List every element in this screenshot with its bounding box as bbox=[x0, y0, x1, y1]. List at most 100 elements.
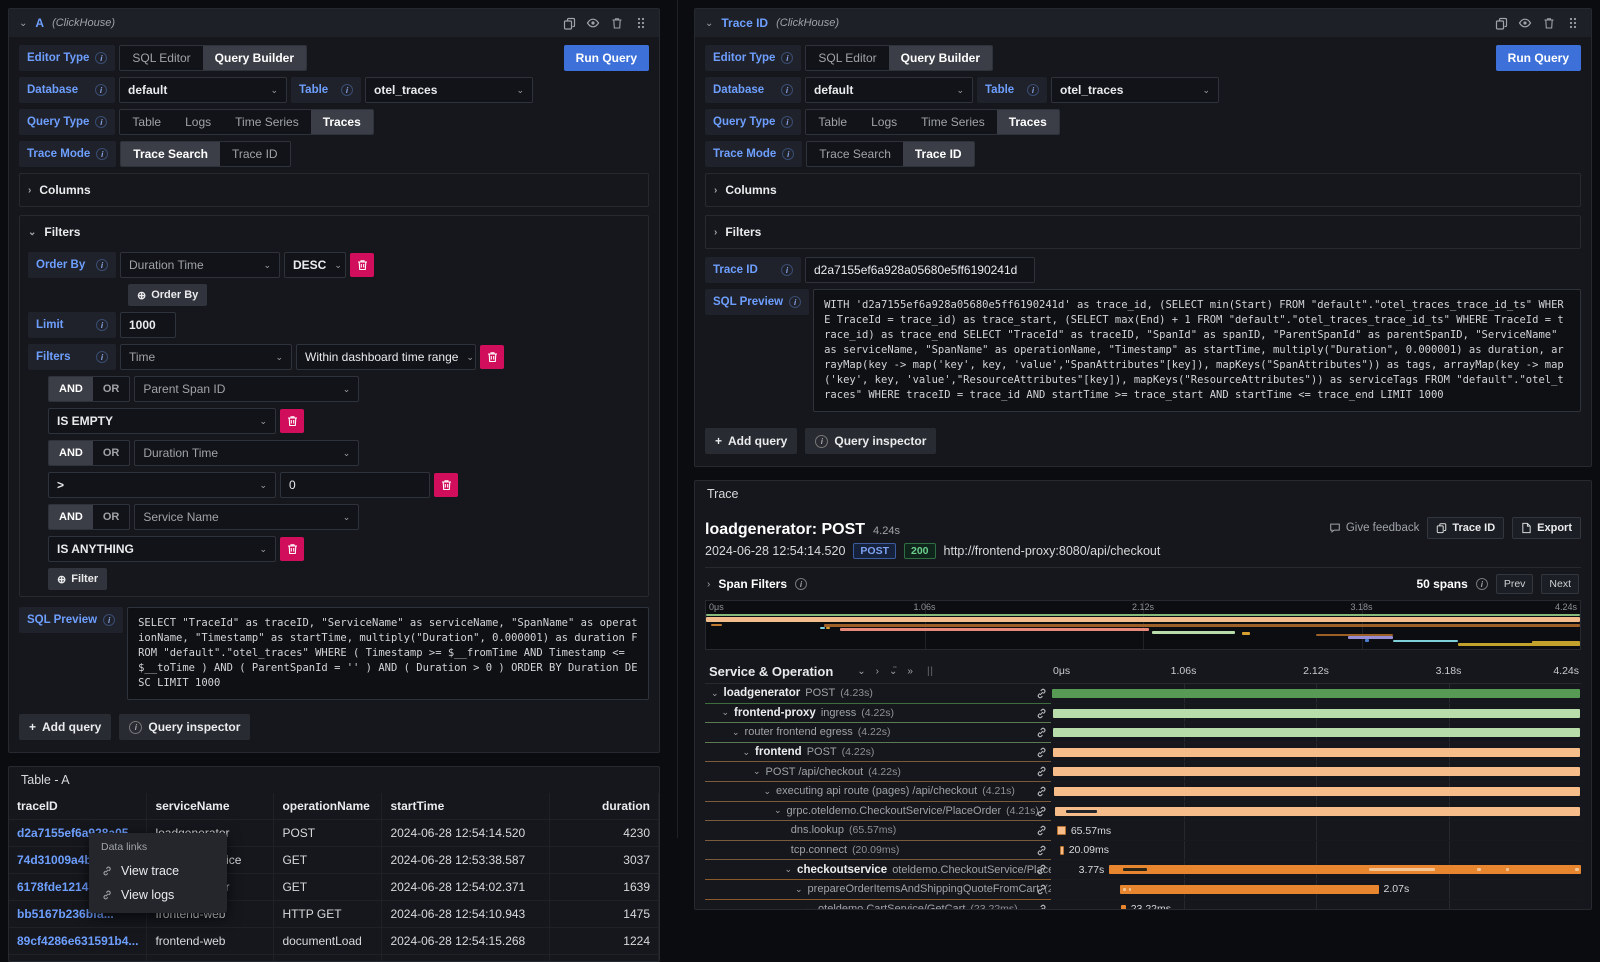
delete-icon[interactable] bbox=[609, 15, 625, 31]
condition-field-select[interactable]: Duration Time⌄ bbox=[134, 440, 359, 466]
span-row[interactable]: ⌄executing api route (pages) /api/checko… bbox=[705, 782, 1581, 802]
expand-all-icon[interactable]: » bbox=[907, 666, 913, 677]
export-button[interactable]: Export bbox=[1512, 517, 1581, 539]
collapse-all-icon[interactable]: ⌄̈ bbox=[889, 666, 897, 677]
span-chevron-icon[interactable]: ⌄ bbox=[785, 864, 793, 875]
span-gantt-bar[interactable] bbox=[1120, 885, 1379, 894]
delete-icon[interactable] bbox=[1541, 15, 1557, 31]
trace-mode-id[interactable]: Trace ID bbox=[903, 142, 974, 166]
span-link-icon[interactable] bbox=[1035, 707, 1048, 720]
query-type-traces[interactable]: Traces bbox=[997, 110, 1059, 134]
span-gantt-bar[interactable] bbox=[1053, 728, 1580, 737]
condition-value-input[interactable]: 0 bbox=[280, 472, 430, 498]
trace-id-input[interactable]: d2a7155ef6a928a05680e5ff6190241d bbox=[805, 257, 1035, 283]
span-row[interactable]: ⌄prepareOrderItemsAndShippingQuoteFromCa… bbox=[705, 880, 1581, 900]
span-chevron-icon[interactable]: ⌄ bbox=[795, 884, 803, 895]
order-direction-select[interactable]: DESC⌄ bbox=[284, 252, 346, 278]
span-gantt-bar[interactable] bbox=[1052, 689, 1580, 698]
span-gantt-bar[interactable] bbox=[1121, 905, 1125, 910]
trace-mode-id[interactable]: Trace ID bbox=[220, 142, 290, 166]
condition-field-select[interactable]: Parent Span ID⌄ bbox=[134, 376, 359, 402]
span-link-icon[interactable] bbox=[1035, 903, 1048, 910]
col-header-operationname[interactable]: operationName bbox=[274, 793, 382, 820]
next-button[interactable]: Next bbox=[1541, 574, 1579, 594]
span-link-icon[interactable] bbox=[1035, 805, 1048, 818]
span-link-icon[interactable] bbox=[1035, 863, 1048, 876]
span-chevron-icon[interactable]: ⌄ bbox=[753, 766, 761, 777]
span-link-icon[interactable] bbox=[1035, 824, 1048, 837]
or-option[interactable]: OR bbox=[93, 441, 130, 465]
collapse-chevron-icon[interactable]: ⌄ bbox=[19, 18, 27, 29]
add-filter-button[interactable]: ⊕Filter bbox=[48, 568, 107, 590]
span-chevron-icon[interactable]: ⌄ bbox=[764, 786, 772, 797]
and-option[interactable]: AND bbox=[49, 505, 93, 529]
columns-section-header[interactable]: ›Columns bbox=[714, 180, 1572, 200]
or-option[interactable]: OR bbox=[93, 377, 130, 401]
run-query-button[interactable]: Run Query bbox=[1496, 45, 1581, 71]
collapse-chevron-icon[interactable]: ⌄ bbox=[705, 18, 713, 29]
trace-id-link[interactable]: 89cf4286e631591b4... bbox=[9, 928, 147, 955]
span-gantt-bar[interactable] bbox=[1057, 826, 1065, 835]
trace-id-button[interactable]: Trace ID bbox=[1427, 517, 1504, 539]
query-type-logs[interactable]: Logs bbox=[173, 110, 223, 134]
condition-field-select[interactable]: Service Name⌄ bbox=[134, 504, 359, 530]
span-chevron-icon[interactable]: ⌄ bbox=[743, 747, 751, 758]
span-chevron-icon[interactable]: ⌄ bbox=[774, 805, 782, 816]
column-resize-handle[interactable]: | | bbox=[927, 666, 932, 677]
span-row[interactable]: ⌄router frontend egress(4.22s) bbox=[705, 723, 1581, 743]
span-gantt-bar[interactable] bbox=[1053, 767, 1579, 776]
span-link-icon[interactable] bbox=[1035, 785, 1048, 798]
span-link-icon[interactable] bbox=[1035, 765, 1048, 778]
duplicate-icon[interactable] bbox=[561, 15, 577, 31]
trace-mode-search[interactable]: Trace Search bbox=[807, 142, 903, 166]
span-row[interactable]: ⌄POST /api/checkout(4.22s) bbox=[705, 762, 1581, 782]
span-row[interactable]: tcp.connect(20.09ms)20.09ms bbox=[705, 841, 1581, 861]
run-query-button[interactable]: Run Query bbox=[564, 45, 649, 71]
condition-op-select[interactable]: IS EMPTY⌄ bbox=[48, 408, 276, 434]
duplicate-icon[interactable] bbox=[1493, 15, 1509, 31]
span-gantt-bar[interactable] bbox=[1053, 748, 1580, 757]
give-feedback-link[interactable]: Give feedback bbox=[1329, 522, 1420, 534]
span-gantt-bar[interactable] bbox=[1109, 865, 1581, 874]
span-gantt-bar[interactable] bbox=[1053, 709, 1580, 718]
add-query-button[interactable]: +Add query bbox=[19, 714, 111, 740]
columns-section-header[interactable]: ›Columns bbox=[28, 180, 640, 200]
query-type-table[interactable]: Table bbox=[120, 110, 173, 134]
query-type-table[interactable]: Table bbox=[806, 110, 859, 134]
table-select[interactable]: otel_traces⌄ bbox=[1051, 77, 1219, 103]
col-header-servicename[interactable]: serviceName bbox=[147, 793, 274, 820]
span-chevron-icon[interactable]: ⌄ bbox=[806, 903, 814, 910]
span-filters-label[interactable]: Span Filters bbox=[718, 577, 787, 591]
remove-order-by-button[interactable] bbox=[350, 253, 374, 277]
sql-editor-option[interactable]: SQL Editor bbox=[120, 46, 202, 70]
span-row[interactable]: ⌄checkoutserviceoteldemo.CheckoutService… bbox=[705, 860, 1581, 880]
eye-icon[interactable] bbox=[585, 15, 601, 31]
span-gantt-bar[interactable] bbox=[1060, 846, 1064, 855]
span-chevron-icon[interactable]: ⌄ bbox=[711, 688, 719, 699]
query-type-logs[interactable]: Logs bbox=[859, 110, 909, 134]
span-link-icon[interactable] bbox=[1035, 687, 1048, 700]
filter-time-range-select[interactable]: Within dashboard time range⌄ bbox=[296, 344, 476, 370]
trace-id-link[interactable]: 3ee7eefe0194f006a... bbox=[9, 955, 147, 962]
col-header-starttime[interactable]: startTime bbox=[382, 793, 550, 820]
span-row[interactable]: ⌄frontendPOST(4.22s) bbox=[705, 743, 1581, 763]
span-gantt-bar[interactable] bbox=[1055, 807, 1580, 816]
remove-condition-button[interactable] bbox=[434, 473, 458, 497]
trace-mode-search[interactable]: Trace Search bbox=[121, 142, 220, 166]
condition-op-select[interactable]: >⌄ bbox=[48, 472, 276, 498]
drag-handle-icon[interactable] bbox=[1565, 15, 1581, 31]
query-type-traces[interactable]: Traces bbox=[311, 110, 373, 134]
span-link-icon[interactable] bbox=[1035, 883, 1048, 896]
query-builder-option[interactable]: Query Builder bbox=[889, 46, 992, 70]
col-header-traceid[interactable]: traceID bbox=[9, 793, 147, 820]
order-by-field-select[interactable]: Duration Time⌄ bbox=[120, 252, 280, 278]
query-type-timeseries[interactable]: Time Series bbox=[223, 110, 311, 134]
condition-op-select[interactable]: IS ANYTHING⌄ bbox=[48, 536, 276, 562]
remove-condition-button[interactable] bbox=[280, 537, 304, 561]
span-row[interactable]: ⌄loadgeneratorPOST(4.23s) bbox=[705, 684, 1581, 704]
filters-section-header[interactable]: ⌄Filters bbox=[28, 222, 640, 242]
span-chevron-icon[interactable]: ⌄ bbox=[722, 707, 730, 718]
or-option[interactable]: OR bbox=[93, 505, 130, 529]
col-header-duration[interactable]: duration bbox=[550, 793, 659, 820]
span-chevron-icon[interactable]: ⌄ bbox=[732, 727, 740, 738]
